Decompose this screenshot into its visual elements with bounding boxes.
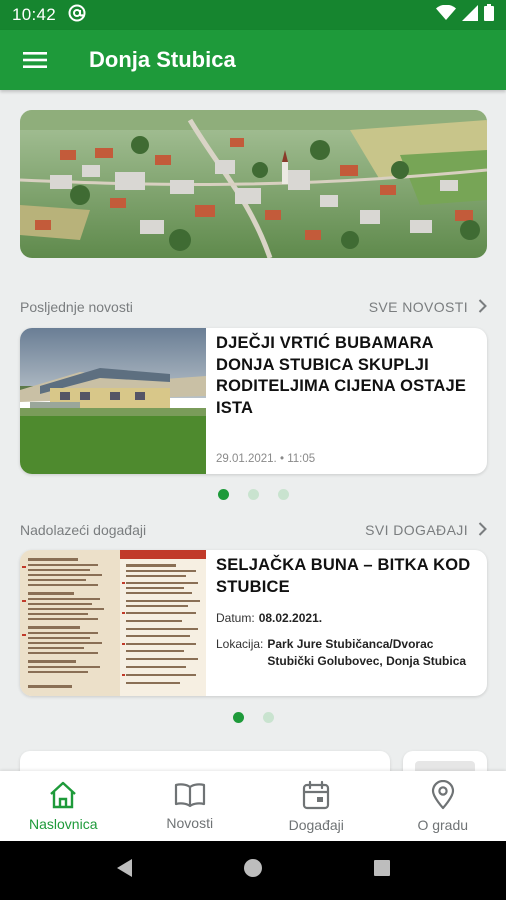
back-icon[interactable] bbox=[115, 858, 133, 883]
next-card-thumbnail-peek bbox=[415, 761, 475, 771]
news-date: 29.01.2021. bbox=[216, 453, 277, 465]
news-headline: DJEČJI VRTIĆ BUBAMARA DONJA STUBICA SKUP… bbox=[216, 334, 467, 417]
event-poster-thumbnail bbox=[20, 550, 206, 696]
event-location-label: Lokacija: bbox=[216, 637, 264, 651]
nav-label-news: Novosti bbox=[166, 814, 214, 831]
events-pager-dot-1[interactable] bbox=[232, 712, 244, 723]
nav-item-home[interactable]: Naslovnica bbox=[0, 771, 127, 841]
nav-item-news[interactable]: Novosti bbox=[127, 771, 254, 841]
chevron-right-icon bbox=[478, 298, 487, 316]
news-time: 11:05 bbox=[287, 453, 316, 465]
news-pager-dot-2[interactable] bbox=[247, 489, 259, 500]
hero-aerial-image[interactable] bbox=[20, 110, 487, 258]
events-pager bbox=[0, 712, 506, 723]
system-navigation-bar bbox=[0, 841, 506, 900]
nav-label-about-city: O gradu bbox=[417, 816, 469, 833]
app-bar: Donja Stubica bbox=[0, 30, 506, 90]
battery-icon bbox=[484, 4, 494, 26]
next-card-peek[interactable] bbox=[20, 751, 390, 771]
news-pager-dot-3[interactable] bbox=[277, 489, 289, 500]
news-pager-dot-1[interactable] bbox=[217, 489, 229, 500]
all-news-link[interactable]: SVE NOVOSTI bbox=[368, 298, 487, 316]
event-date-label: Datum: bbox=[216, 611, 255, 625]
news-pager bbox=[0, 489, 506, 500]
event-card[interactable]: SELJAČKA BUNA – BITKA KOD STUBICE Datum:… bbox=[20, 550, 487, 696]
location-pin-icon bbox=[430, 779, 456, 813]
nav-item-events[interactable]: Događaji bbox=[253, 771, 380, 841]
at-sign-icon bbox=[68, 4, 86, 27]
recents-icon[interactable] bbox=[373, 859, 391, 882]
status-time: 10:42 bbox=[12, 5, 57, 24]
calendar-icon bbox=[302, 780, 330, 813]
nav-label-events: Događaji bbox=[288, 816, 344, 833]
signal-icon bbox=[462, 4, 478, 26]
event-date-value: 08.02.2021. bbox=[258, 611, 323, 625]
home-icon bbox=[48, 781, 78, 812]
events-section-label: Nadolazeći događaji bbox=[20, 522, 147, 538]
status-bar: 10:42 bbox=[0, 0, 506, 30]
news-section-header: Posljednje novosti SVE NOVOSTI bbox=[20, 295, 487, 319]
news-meta-separator: • bbox=[279, 453, 284, 465]
all-events-link[interactable]: SVI DOGAĐAJI bbox=[365, 521, 487, 539]
chevron-right-icon bbox=[478, 521, 487, 539]
news-meta: 29.01.2021. • 11:05 bbox=[216, 453, 315, 465]
news-section-label: Posljednje novosti bbox=[20, 299, 133, 315]
book-icon bbox=[174, 782, 206, 811]
home-content[interactable]: Posljednje novosti SVE NOVOSTI DJEČJI VR… bbox=[0, 90, 506, 771]
event-location-value: Park Jure Stubičanca/Dvorac Stubički Gol… bbox=[267, 637, 467, 668]
next-card-peek-secondary[interactable] bbox=[403, 751, 487, 771]
events-pager-dot-2[interactable] bbox=[262, 712, 274, 723]
nav-item-about-city[interactable]: O gradu bbox=[380, 771, 506, 841]
home-circle-icon[interactable] bbox=[243, 858, 263, 883]
hamburger-menu-icon[interactable] bbox=[0, 30, 70, 90]
news-card[interactable]: DJEČJI VRTIĆ BUBAMARA DONJA STUBICA SKUP… bbox=[20, 328, 487, 474]
nav-label-home: Naslovnica bbox=[29, 815, 98, 832]
events-section-header: Nadolazeći događaji SVI DOGAĐAJI bbox=[20, 518, 487, 542]
bottom-navigation: Naslovnica Novosti Događaji O gradu bbox=[0, 771, 506, 841]
all-events-label: SVI DOGAĐAJI bbox=[365, 522, 468, 538]
wifi-icon bbox=[436, 4, 456, 26]
event-date-row: Datum: 08.02.2021. bbox=[216, 610, 475, 627]
all-news-label: SVE NOVOSTI bbox=[368, 299, 468, 315]
app-title: Donja Stubica bbox=[89, 47, 236, 72]
event-headline: SELJAČKA BUNA – BITKA KOD STUBICE bbox=[216, 556, 471, 596]
event-location-row: Lokacija: Park Jure Stubičanca/Dvorac St… bbox=[216, 636, 475, 670]
news-thumbnail bbox=[20, 328, 206, 474]
